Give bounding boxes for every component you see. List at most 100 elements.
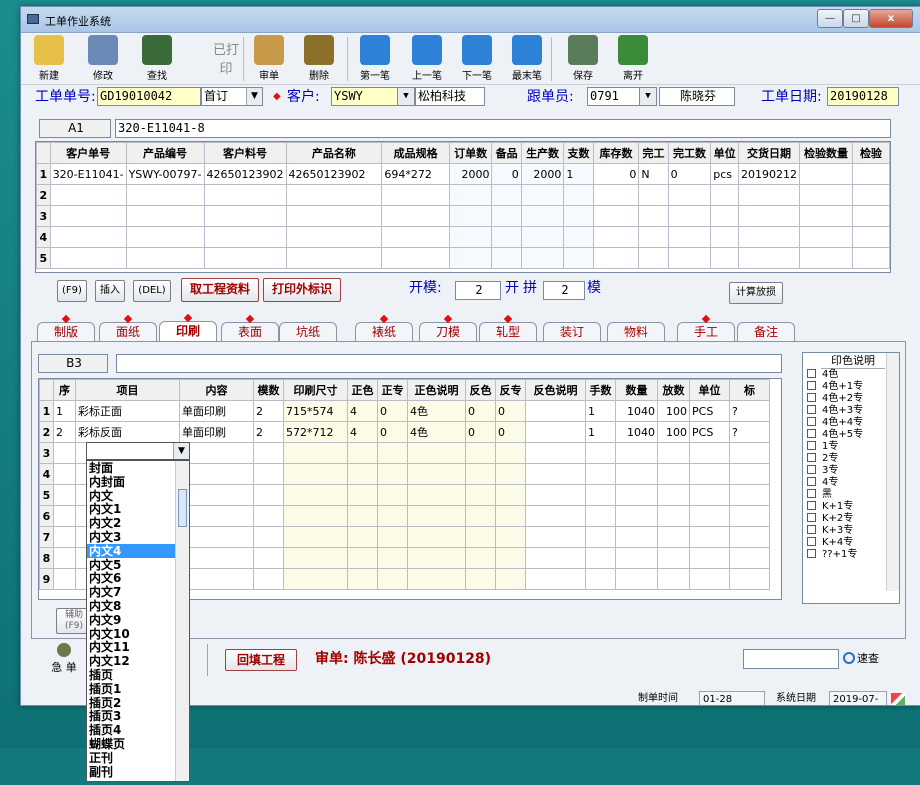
grid-cell[interactable]: 单面印刷 (179, 400, 254, 422)
backfill-button[interactable]: 回填工程 (225, 649, 297, 671)
dropdown-option[interactable]: 正刊 (87, 751, 175, 765)
color-option[interactable]: 黑 (803, 489, 899, 501)
grid-cell[interactable] (465, 547, 496, 569)
grid-cell[interactable] (563, 184, 594, 206)
grid-cell[interactable] (799, 163, 853, 185)
grid-cell[interactable]: 4 (347, 421, 378, 443)
color-option[interactable]: K+1专 (803, 501, 899, 513)
grid-cell[interactable] (179, 526, 254, 548)
grid-cell[interactable] (53, 526, 76, 548)
row-number[interactable]: 8 (39, 547, 54, 569)
grid-cell[interactable] (253, 547, 284, 569)
customer-dropdown-button[interactable]: ▼ (397, 87, 415, 106)
grid-cell[interactable]: 1 (53, 400, 76, 422)
grid-cell[interactable] (407, 442, 466, 464)
grid-cell[interactable]: PCS (689, 421, 730, 443)
grid-cell[interactable] (520, 205, 565, 227)
checkbox[interactable] (807, 513, 816, 522)
grid-cell[interactable] (283, 568, 348, 590)
grid-cell[interactable] (53, 505, 76, 527)
checkbox[interactable] (807, 465, 816, 474)
grid-cell[interactable]: 572*712 (283, 421, 348, 443)
grid-cell[interactable] (465, 505, 496, 527)
color-option[interactable]: 4专 (803, 477, 899, 489)
grid-cell[interactable] (377, 526, 408, 548)
dropdown-option[interactable]: 内文4 (87, 543, 175, 558)
column-header[interactable]: 手数 (585, 379, 616, 401)
grid-cell[interactable] (49, 184, 127, 206)
grid-cell[interactable]: 0 (377, 400, 408, 422)
toolbar-button-6[interactable]: delete-icon 删除 (297, 35, 341, 83)
row-number[interactable]: 4 (36, 226, 51, 248)
dropdown-option[interactable]: 内文12 (87, 654, 175, 668)
grid-cell[interactable] (615, 463, 658, 485)
grid-cell[interactable] (667, 226, 712, 248)
tab-2[interactable]: 面纸 (99, 314, 157, 342)
grid-cell[interactable] (525, 505, 586, 527)
dropdown-option[interactable]: 内文11 (87, 640, 175, 654)
grid-cell[interactable] (525, 442, 586, 464)
toolbar-button-8[interactable]: prev-record-icon 上一笔 (405, 35, 449, 83)
chevron-down-icon[interactable]: ▼ (398, 88, 414, 105)
grid-cell[interactable]: 4色 (407, 400, 466, 422)
grid-cell[interactable] (495, 484, 526, 506)
tab-11[interactable]: 手工 (677, 314, 735, 342)
grid-cell[interactable] (738, 247, 801, 269)
grid-cell[interactable] (851, 226, 890, 248)
grid-cell[interactable] (710, 226, 740, 248)
grid-cell[interactable] (495, 526, 526, 548)
order-type-select[interactable]: 首订 ▼ (201, 87, 263, 106)
grid-cell[interactable] (347, 568, 378, 590)
grid-cell[interactable] (729, 463, 770, 485)
table-row[interactable]: 5 (36, 247, 890, 269)
grid-cell[interactable] (799, 184, 853, 206)
grid-cell[interactable]: 2000 (520, 163, 565, 185)
toolbar-button-4[interactable]: printer-icon已打印 (183, 35, 243, 83)
dropdown-scrollbar[interactable] (175, 461, 189, 781)
grid-cell[interactable]: 42650123902 (285, 163, 383, 185)
dropdown-option[interactable]: 插页3 (87, 709, 175, 723)
column-header[interactable]: 内容 (179, 379, 254, 401)
toolbar-button-11[interactable]: save-icon 保存 (561, 35, 605, 83)
grid-cell[interactable] (851, 205, 890, 227)
toolbar-button-10[interactable]: last-record-icon 最末笔 (505, 35, 549, 83)
color-option[interactable]: 4色+3专 (803, 405, 899, 417)
calc-loss-button[interactable]: 计算放损 (729, 282, 783, 304)
item-dropdown-combobox[interactable]: ▼ (86, 442, 190, 460)
grid-cell[interactable] (448, 247, 493, 269)
color-option[interactable]: 2专 (803, 453, 899, 465)
grid-cell[interactable] (592, 247, 640, 269)
grid-cell[interactable] (729, 505, 770, 527)
column-header[interactable]: 反专 (495, 379, 526, 401)
row-number[interactable]: 4 (39, 463, 54, 485)
column-header[interactable]: 产品名称 (285, 142, 383, 164)
checkbox[interactable] (807, 405, 816, 414)
grid-cell[interactable] (667, 184, 712, 206)
grid-cell[interactable] (729, 568, 770, 590)
grid-cell[interactable] (407, 505, 466, 527)
tab-3[interactable]: 印刷 (159, 313, 217, 343)
grid-cell[interactable] (592, 226, 640, 248)
order-date-field[interactable]: 20190128 (827, 87, 899, 106)
grid-cell[interactable]: 2 (253, 400, 284, 422)
grid-cell[interactable]: 2 (253, 421, 284, 443)
grid-cell[interactable] (585, 484, 616, 506)
grid-cell[interactable] (381, 205, 450, 227)
grid-cell[interactable] (381, 247, 450, 269)
row-number[interactable]: 2 (39, 421, 54, 443)
grid-cell[interactable] (520, 226, 565, 248)
grid-cell[interactable]: 0 (465, 400, 496, 422)
chevron-down-icon[interactable]: ▼ (173, 443, 189, 459)
grid-cell[interactable] (491, 184, 522, 206)
grid-cell[interactable] (520, 184, 565, 206)
grid-cell[interactable] (657, 505, 690, 527)
grid-cell[interactable] (448, 226, 493, 248)
grid-cell[interactable] (563, 247, 594, 269)
checkbox[interactable] (807, 381, 816, 390)
row-number[interactable]: 1 (39, 400, 54, 422)
grid-cell[interactable] (851, 163, 890, 185)
grid-cell[interactable] (53, 463, 76, 485)
grid-cell[interactable] (377, 568, 408, 590)
grid-cell[interactable]: 20190212 (738, 163, 801, 185)
order-no-field[interactable]: GD19010042 (97, 87, 201, 106)
